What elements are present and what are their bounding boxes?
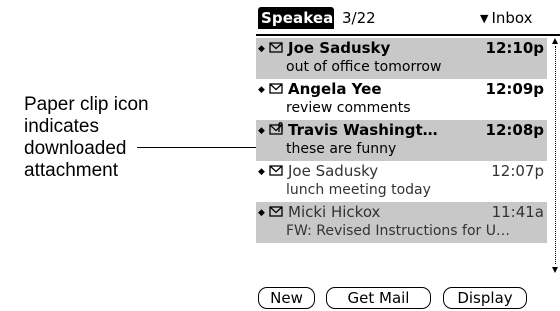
scroll-up-arrow-icon[interactable] [552,38,558,44]
callout-annotation: Paper clip icon indicates downloaded att… [24,94,224,182]
callout-line: Paper clip icon [24,94,149,115]
diamond-bullet-icon: ◆ [258,44,265,54]
folder-picker[interactable]: ▼ Inbox [480,8,533,30]
display-button[interactable]: Display [443,287,527,309]
diamond-bullet-icon: ◆ [258,85,265,95]
scroll-track[interactable] [555,46,556,264]
message-subject: review comments [286,100,411,116]
envelope-icon [269,83,283,94]
message-subject: FW: Revised Instructions for U… [286,223,510,239]
device-screen: Speakeas 3/22 ▼ Inbox ◆ Joe Sadusky 12:10… [256,0,560,311]
callout-line: indicates [24,116,99,137]
app-title-tab[interactable]: Speakeas [258,7,342,29]
message-row[interactable]: ◆ Travis Washingt… 12:08p these are funn… [256,120,547,161]
message-sender: Joe Sadusky [288,162,379,180]
message-time: 12:08p [485,121,544,139]
triangle-down-icon: ▼ [480,12,489,25]
envelope-icon [269,165,283,176]
message-sender: Angela Yee [288,80,382,98]
scrollbar[interactable] [552,38,560,273]
message-list: ◆ Joe Sadusky 12:10p out of office tomor… [256,38,547,243]
message-time: 12:07p [491,162,544,180]
envelope-icon [269,206,283,217]
callout-leader-line [137,147,264,148]
message-subject: lunch meeting today [286,182,431,198]
message-sender: Travis Washingt… [288,121,438,139]
message-time: 12:09p [485,80,544,98]
message-row[interactable]: ◆ Joe Sadusky 12:10p out of office tomor… [256,38,547,79]
diamond-bullet-icon: ◆ [258,208,265,218]
message-sender: Micki Hickox [288,203,381,221]
diamond-bullet-icon: ◆ [258,126,265,136]
envelope-paperclip-icon [269,122,283,135]
get-mail-button[interactable]: Get Mail [326,287,431,309]
diamond-bullet-icon: ◆ [258,167,265,177]
message-subject: out of office tomorrow [286,59,442,75]
message-time: 12:10p [485,39,544,57]
callout-line: attachment [24,160,118,181]
scroll-down-arrow-icon[interactable] [552,267,558,273]
message-row[interactable]: ◆ Joe Sadusky 12:07p lunch meeting today [256,161,547,202]
folder-label: Inbox [491,9,533,27]
message-count: 3/22 [342,9,376,27]
message-row[interactable]: ◆ Micki Hickox 11:41a FW: Revised Instru… [256,202,547,243]
message-subject: these are funny [286,141,397,157]
message-sender: Joe Sadusky [288,39,391,57]
app-name: Speakeas [261,9,343,27]
title-divider [256,34,560,36]
envelope-icon [269,42,283,53]
title-bar: Speakeas 3/22 ▼ Inbox [256,5,560,36]
message-row[interactable]: ◆ Angela Yee 12:09p review comments [256,79,547,120]
message-time: 11:41a [491,203,544,221]
new-button[interactable]: New [258,287,315,309]
callout-line: downloaded [24,138,127,159]
